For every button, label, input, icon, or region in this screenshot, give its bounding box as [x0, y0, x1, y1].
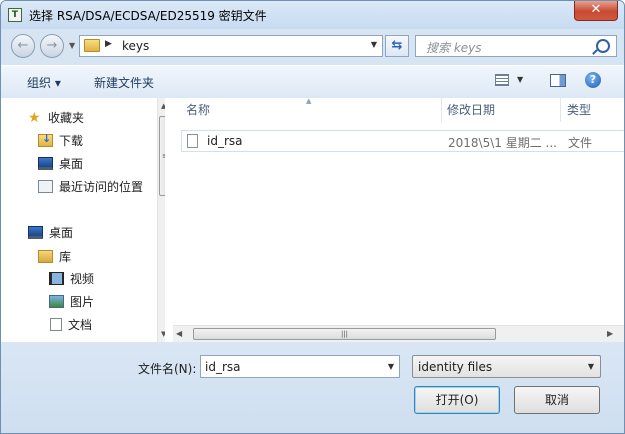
- filename-field[interactable]: id_rsa ▼: [200, 355, 400, 378]
- refresh-icon: ⇆: [391, 38, 403, 53]
- scroll-left-arrow-icon[interactable]: ◀: [176, 329, 182, 338]
- column-divider[interactable]: [441, 98, 442, 122]
- scroll-down-arrow-icon[interactable]: ▼: [161, 330, 165, 338]
- close-button[interactable]: ✕: [574, 1, 618, 21]
- search-input[interactable]: 搜索 keys: [426, 39, 482, 56]
- breadcrumb-arrow-icon[interactable]: ▶: [105, 39, 112, 49]
- sidebar-item-recent-places[interactable]: 最近访问的位置: [38, 178, 143, 198]
- back-button[interactable]: ←: [11, 34, 35, 58]
- folder-icon: [84, 39, 100, 52]
- downloads-folder-icon: [38, 132, 53, 147]
- navigation-bar: ← → ▼ ▶ keys ▼ ⇆ 搜索 keys: [1, 29, 624, 65]
- address-bar[interactable]: ▶ keys ▼: [79, 35, 383, 57]
- scroll-up-arrow-icon[interactable]: ▲: [161, 102, 165, 110]
- window-title: 选择 RSA/DSA/ECDSA/ED25519 密钥文件: [29, 9, 267, 23]
- title-bar: T 选择 RSA/DSA/ECDSA/ED25519 密钥文件 ✕: [1, 1, 624, 29]
- scroll-right-arrow-icon[interactable]: ▶: [607, 329, 613, 338]
- content-area: ★ 收藏夹 下载 桌面 最近访问的位置 桌面 库 视频 图片: [1, 97, 624, 343]
- help-icon[interactable]: ?: [585, 72, 601, 88]
- recent-pages-dropdown[interactable]: ▼: [69, 41, 75, 50]
- view-mode-dropdown[interactable]: ▼: [517, 75, 523, 84]
- sidebar-item-label: 桌面: [59, 157, 84, 171]
- navigation-pane: ★ 收藏夹 下载 桌面 最近访问的位置 桌面 库 视频 图片: [8, 98, 165, 342]
- view-mode-icon[interactable]: [495, 74, 509, 86]
- file-icon: [187, 134, 198, 148]
- sidebar-item-libraries[interactable]: 库: [38, 248, 71, 268]
- sidebar-scroll-thumb[interactable]: ≡: [159, 116, 165, 196]
- sidebar-item-label: 收藏夹: [48, 111, 85, 125]
- star-icon: ★: [28, 109, 41, 126]
- sidebar-item-label: 库: [59, 250, 72, 264]
- app-icon: T: [8, 8, 22, 22]
- file-row[interactable]: id_rsa 2018\5\1 星期二 ... 文件: [181, 130, 624, 152]
- filename-value[interactable]: id_rsa: [205, 360, 241, 374]
- desktop-icon: [38, 157, 53, 170]
- sidebar-item-label: 桌面: [49, 226, 74, 240]
- pictures-icon: [49, 295, 64, 308]
- column-header-name[interactable]: 名称: [186, 98, 210, 122]
- file-list-pane: ▲ 名称 修改日期 类型 id_rsa 2018\5\1 星期二 ... 文件 …: [173, 97, 624, 343]
- filename-history-dropdown[interactable]: ▼: [388, 362, 394, 371]
- recent-places-icon: [38, 180, 53, 193]
- sidebar-item-desktop-root[interactable]: 桌面: [28, 224, 73, 244]
- sidebar-item-documents[interactable]: 文档: [50, 316, 92, 336]
- sidebar-item-downloads[interactable]: 下载: [38, 132, 83, 152]
- dialog-footer: 文件名(N): id_rsa ▼ identity files ▼ 打开(O) …: [1, 342, 624, 433]
- desktop-icon: [28, 226, 43, 239]
- open-button[interactable]: 打开(O): [414, 386, 500, 414]
- filename-label: 文件名(N):: [138, 362, 197, 376]
- sidebar-item-label: 最近访问的位置: [59, 180, 144, 194]
- file-list-scrollbar[interactable]: ◀ ||| ▶: [173, 325, 624, 343]
- sidebar-item-favorites[interactable]: ★ 收藏夹: [28, 109, 84, 129]
- forward-arrow-icon: →: [46, 38, 58, 53]
- documents-icon: [50, 318, 62, 331]
- search-icon[interactable]: [596, 39, 610, 53]
- sidebar-item-videos[interactable]: 视频: [49, 270, 94, 290]
- sidebar-item-label: 下载: [59, 134, 84, 148]
- sidebar-item-pictures[interactable]: 图片: [49, 293, 94, 313]
- sidebar-item-label: 文档: [68, 318, 93, 332]
- breadcrumb-keys[interactable]: keys: [122, 39, 149, 53]
- back-arrow-icon: ←: [17, 38, 29, 53]
- file-modified: 2018\5\1 星期二 ...: [448, 136, 557, 150]
- video-icon: [49, 272, 64, 285]
- file-type: 文件: [568, 136, 593, 150]
- forward-button[interactable]: →: [40, 34, 64, 58]
- file-type-filter-select[interactable]: identity files ▼: [412, 355, 601, 378]
- preview-pane-icon[interactable]: [550, 74, 566, 87]
- new-folder-button[interactable]: 新建文件夹: [94, 74, 154, 91]
- organize-menu[interactable]: 组织 ▾: [27, 74, 61, 91]
- open-file-dialog: T 选择 RSA/DSA/ECDSA/ED25519 密钥文件 ✕ ← → ▼ …: [0, 0, 625, 434]
- cancel-button[interactable]: 取消: [514, 386, 600, 414]
- file-type-filter-value[interactable]: identity files: [418, 360, 492, 374]
- column-header-modified[interactable]: 修改日期: [447, 98, 495, 122]
- sidebar-item-label: 图片: [70, 295, 95, 309]
- column-divider[interactable]: [560, 98, 561, 122]
- file-list-scroll-thumb[interactable]: |||: [193, 328, 496, 340]
- refresh-button[interactable]: ⇆: [385, 35, 409, 57]
- libraries-icon: [38, 250, 53, 263]
- sidebar-item-desktop[interactable]: 桌面: [38, 155, 83, 175]
- search-box[interactable]: 搜索 keys: [415, 35, 617, 57]
- column-header-type[interactable]: 类型: [567, 98, 591, 122]
- address-dropdown[interactable]: ▼: [371, 40, 377, 49]
- command-bar: 组织 ▾ 新建文件夹 ▼ ?: [1, 65, 624, 99]
- file-name: id_rsa: [207, 134, 243, 148]
- chevron-down-icon[interactable]: ▼: [588, 362, 594, 371]
- sidebar-item-label: 视频: [70, 272, 95, 286]
- sort-ascending-icon: ▲: [306, 97, 312, 105]
- sidebar-scrollbar[interactable]: ▲ ≡ ▼: [157, 98, 165, 342]
